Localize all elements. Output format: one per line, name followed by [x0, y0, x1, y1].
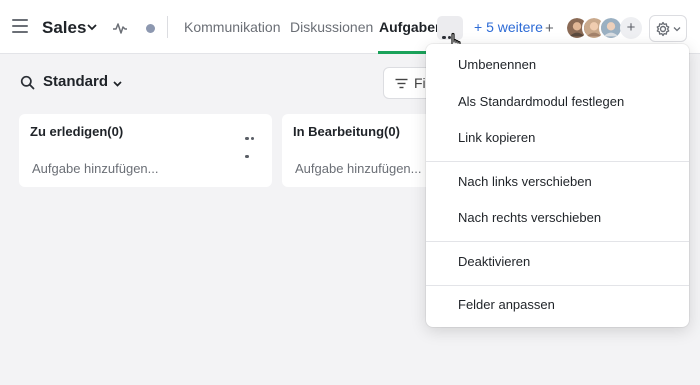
menu-divider [426, 285, 689, 286]
chevron-down-icon [673, 27, 681, 32]
kanban-column: Zu erledigen(0) Aufgabe hinzufügen... [19, 114, 272, 187]
menu-item-deactivate[interactable]: Deaktivieren [426, 246, 689, 278]
more-tabs-link[interactable]: + 5 weitere [474, 19, 543, 35]
more-horizontal-icon [442, 26, 458, 57]
add-task-input[interactable]: Aufgabe hinzufügen... [32, 161, 159, 176]
menu-item-set-default-module[interactable]: Als Standardmodul festlegen [426, 86, 689, 118]
more-horizontal-icon[interactable] [245, 127, 261, 158]
kanban-column: In Bearbeitung(0) Aufgabe hinzufügen... [282, 114, 432, 187]
app-title[interactable]: Sales [42, 18, 86, 38]
menu-divider [426, 161, 689, 162]
gear-icon [656, 21, 670, 37]
chevron-down-icon[interactable] [86, 21, 98, 33]
column-title: Zu erledigen(0) [30, 124, 124, 139]
status-dot-icon[interactable] [146, 24, 155, 33]
hamburger-menu-icon[interactable] [12, 19, 28, 33]
menu-divider [426, 241, 689, 242]
add-tab-plus-icon[interactable]: + [545, 20, 554, 37]
tab-options-dropdown: Umbenennen Als Standardmodul festlegen L… [426, 44, 689, 327]
add-task-input[interactable]: Aufgabe hinzufügen... [295, 161, 422, 176]
filter-icon [395, 78, 408, 89]
view-selector[interactable]: Standard [43, 73, 108, 90]
header-divider [167, 16, 168, 38]
chevron-down-icon[interactable] [112, 78, 123, 89]
tab-kommunikation[interactable]: Kommunikation [184, 19, 281, 35]
tab-aufgaben[interactable]: Aufgaben [379, 19, 444, 35]
settings-button[interactable] [649, 15, 687, 42]
menu-item-move-right[interactable]: Nach rechts verschieben [426, 202, 689, 234]
search-icon[interactable] [20, 75, 35, 90]
add-member-button[interactable]: + [620, 17, 642, 39]
menu-item-rename[interactable]: Umbenennen [426, 49, 689, 81]
menu-item-customize-fields[interactable]: Felder anpassen [426, 289, 689, 321]
menu-item-copy-link[interactable]: Link kopieren [426, 122, 689, 154]
column-title: In Bearbeitung(0) [293, 124, 400, 139]
activity-pulse-icon[interactable] [112, 20, 128, 36]
tab-diskussionen[interactable]: Diskussionen [290, 19, 373, 35]
menu-item-move-left[interactable]: Nach links verschieben [426, 166, 689, 198]
